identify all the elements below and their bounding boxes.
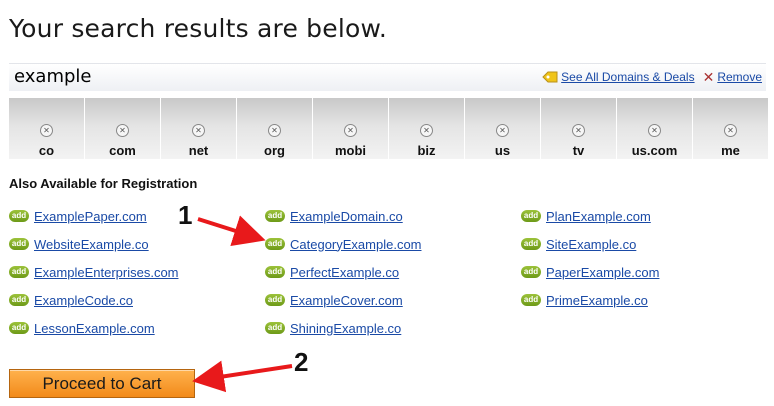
add-icon[interactable]: add	[9, 322, 29, 334]
domain-link[interactable]: ExampleDomain.co	[290, 209, 403, 224]
add-icon[interactable]: add	[521, 238, 541, 250]
domain-link[interactable]: CategoryExample.com	[290, 237, 422, 252]
remove-icon[interactable]: ✕	[703, 70, 715, 84]
add-icon[interactable]: add	[9, 210, 29, 222]
domain-link[interactable]: ExampleEnterprises.com	[34, 265, 179, 280]
tld-label: org	[264, 143, 285, 158]
domain-link[interactable]: WebsiteExample.co	[34, 237, 149, 252]
annotation-arrow-1	[197, 215, 266, 247]
list-item: add ExampleDomain.co	[265, 202, 422, 230]
domain-link[interactable]: PerfectExample.co	[290, 265, 399, 280]
close-icon[interactable]: ✕	[192, 124, 205, 137]
close-icon[interactable]: ✕	[648, 124, 661, 137]
tld-cell-biz[interactable]: ✕ biz	[389, 98, 464, 159]
list-item: add ExampleCode.co	[9, 286, 179, 314]
tld-label: me	[721, 143, 740, 158]
domain-link[interactable]: PaperExample.com	[546, 265, 659, 280]
add-icon[interactable]: add	[265, 210, 285, 222]
list-item: add ExampleEnterprises.com	[9, 258, 179, 286]
tag-icon	[542, 71, 558, 83]
search-query-text: example	[14, 66, 92, 87]
domain-link[interactable]: ShiningExample.co	[290, 321, 401, 336]
add-icon[interactable]: add	[265, 266, 285, 278]
close-icon[interactable]: ✕	[344, 124, 357, 137]
domain-link[interactable]: PrimeExample.co	[546, 293, 648, 308]
tld-cell-com[interactable]: ✕ com	[85, 98, 160, 159]
domain-link[interactable]: PlanExample.com	[546, 209, 651, 224]
add-icon[interactable]: add	[9, 238, 29, 250]
close-icon[interactable]: ✕	[40, 124, 53, 137]
tld-cell-org[interactable]: ✕ org	[237, 98, 312, 159]
list-item: add CategoryExample.com	[265, 230, 422, 258]
remove-link[interactable]: Remove	[717, 70, 762, 84]
add-icon[interactable]: add	[521, 210, 541, 222]
domain-link[interactable]: SiteExample.co	[546, 237, 636, 252]
add-icon[interactable]: add	[521, 266, 541, 278]
tld-label: biz	[417, 143, 436, 158]
tld-label: us.com	[631, 143, 678, 158]
close-icon[interactable]: ✕	[420, 124, 433, 137]
tld-label: net	[188, 143, 209, 158]
add-icon[interactable]: add	[265, 322, 285, 334]
list-item: add WebsiteExample.co	[9, 230, 179, 258]
add-icon[interactable]: add	[265, 294, 285, 306]
annotation-arrow-2	[192, 360, 293, 393]
tld-cell-us-com[interactable]: ✕ us.com	[617, 98, 692, 159]
see-all-domains-link[interactable]: See All Domains & Deals	[561, 70, 694, 84]
proceed-to-cart-button[interactable]: Proceed to Cart	[9, 369, 195, 398]
domain-link[interactable]: LessonExample.com	[34, 321, 155, 336]
list-item: add SiteExample.co	[521, 230, 659, 258]
domain-link[interactable]: ExampleCode.co	[34, 293, 133, 308]
tld-cell-me[interactable]: ✕ me	[693, 98, 768, 159]
close-icon[interactable]: ✕	[496, 124, 509, 137]
annotation-label-1: 1	[178, 200, 193, 230]
add-icon[interactable]: add	[521, 294, 541, 306]
page-title: Your search results are below.	[9, 14, 387, 43]
close-icon[interactable]: ✕	[268, 124, 281, 137]
tld-cell-net[interactable]: ✕ net	[161, 98, 236, 159]
tld-label: com	[109, 143, 136, 158]
tld-label: us	[494, 143, 511, 158]
domain-link[interactable]: ExampleCover.com	[290, 293, 403, 308]
tld-label: co	[38, 143, 55, 158]
add-icon[interactable]: add	[9, 294, 29, 306]
list-item: add PrimeExample.co	[521, 286, 659, 314]
domain-column-1: add ExamplePaper.com add WebsiteExample.co…	[9, 202, 179, 342]
close-icon[interactable]: ✕	[572, 124, 585, 137]
domain-column-2: add ExampleDomain.co add CategoryExample.c…	[265, 202, 422, 342]
add-icon[interactable]: add	[265, 238, 285, 250]
tld-label: tv	[572, 143, 585, 158]
list-item: add LessonExample.com	[9, 314, 179, 342]
close-icon[interactable]: ✕	[116, 124, 129, 137]
list-item: add PaperExample.com	[521, 258, 659, 286]
tld-cell-co[interactable]: ✕ co	[9, 98, 84, 159]
domain-column-3: add PlanExample.com add SiteExample.co add…	[521, 202, 659, 314]
list-item: add ShiningExample.co	[265, 314, 422, 342]
tld-cell-us[interactable]: ✕ us	[465, 98, 540, 159]
section-title: Also Available for Registration	[9, 176, 198, 191]
list-item: add ExamplePaper.com	[9, 202, 179, 230]
add-icon[interactable]: add	[9, 266, 29, 278]
list-item: add ExampleCover.com	[265, 286, 422, 314]
tld-cell-mobi[interactable]: ✕ mobi	[313, 98, 388, 159]
tld-row: ✕ co ✕ com ✕ net ✕ org ✕ mobi ✕ biz ✕ us ✕ tv ✕ u…	[9, 98, 770, 159]
list-item: add PerfectExample.co	[265, 258, 422, 286]
search-query-bar: example See All Domains & Deals ✕ Remove	[9, 63, 766, 91]
close-icon[interactable]: ✕	[724, 124, 737, 137]
list-item: add PlanExample.com	[521, 202, 659, 230]
tld-cell-tv[interactable]: ✕ tv	[541, 98, 616, 159]
query-actions: See All Domains & Deals ✕ Remove	[542, 70, 762, 84]
tld-label: mobi	[334, 143, 367, 158]
domain-link[interactable]: ExamplePaper.com	[34, 209, 147, 224]
annotation-label-2: 2	[294, 347, 309, 377]
